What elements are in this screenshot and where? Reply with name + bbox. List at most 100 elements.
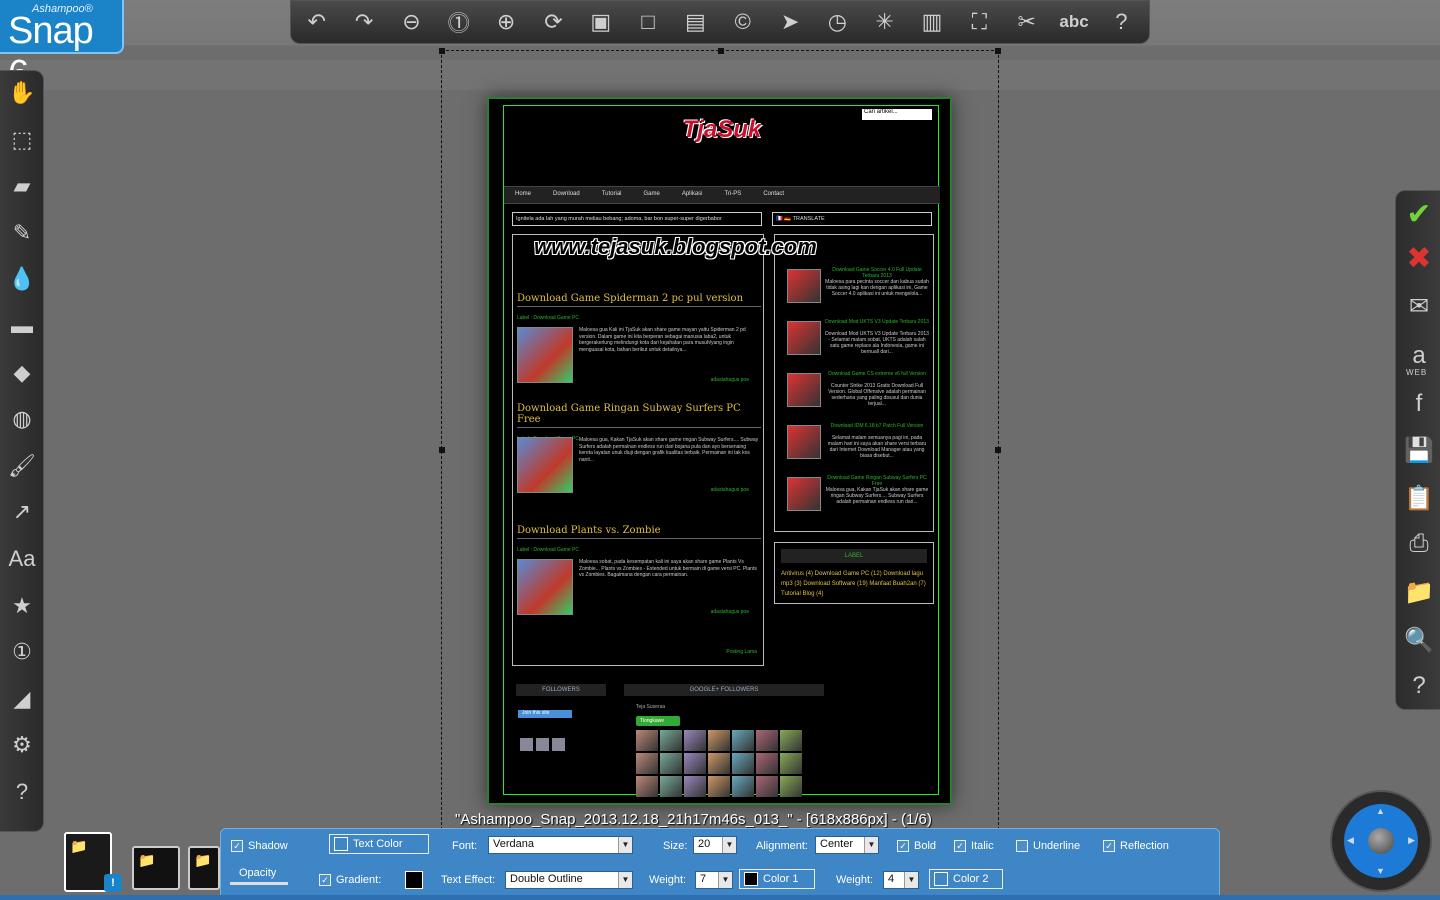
resize-handle-tl[interactable] [439, 48, 445, 54]
email-icon[interactable]: ✉ [1402, 289, 1436, 323]
open-folder-icon[interactable]: 🔍 [1402, 623, 1436, 657]
thumbnail-3[interactable]: 📁 [188, 846, 220, 890]
resize-handle-l[interactable] [439, 447, 445, 453]
captured-image[interactable]: Cari artikel... TjaSuk Home Download Tutor… [487, 97, 952, 805]
blur-drop-icon[interactable]: 💧 [6, 263, 38, 295]
ruler-icon[interactable]: ◢ [6, 683, 38, 715]
thumbnail-current[interactable]: 📁 ! [64, 832, 122, 892]
text-color-button[interactable]: Text Color [329, 834, 429, 854]
nav-right-icon[interactable]: ▶ [1408, 835, 1415, 846]
weight2-value: 4 [888, 873, 895, 885]
follower-avatar [756, 776, 778, 797]
underline-checkbox[interactable] [1016, 840, 1028, 852]
navigator-joystick[interactable]: ▲ ▼ ◀ ▶ [1330, 790, 1432, 892]
numbering-icon[interactable]: ① [6, 636, 38, 668]
magic-icon[interactable]: ✳ [865, 4, 905, 40]
brush-icon[interactable]: 🖌 [6, 450, 38, 482]
shape-icon[interactable]: ◍ [6, 403, 38, 435]
pencil-icon[interactable]: ✎ [6, 217, 38, 249]
confirm-icon[interactable]: ✔ [1402, 197, 1436, 231]
gradient-color-swatch[interactable] [405, 871, 423, 889]
sidebar-post-excerpt: Counter Strike 2013 Gratis Download Full… [828, 383, 926, 407]
resize-handle-tr[interactable] [995, 48, 1001, 54]
size-select[interactable]: 20 ▼ [693, 836, 737, 854]
nav-up-icon[interactable]: ▲ [1376, 806, 1385, 816]
gplus-follow-button: Tiongkawe [636, 716, 680, 726]
sidebar-post: Download IDM 6.18 b7 Patch Full Version S… [779, 423, 929, 469]
clipboard-icon[interactable]: 📋 [1402, 481, 1436, 515]
cursor-icon[interactable]: ➤ [770, 4, 810, 40]
zoom-actual-icon[interactable]: ⓵ [439, 4, 479, 40]
undo-icon[interactable]: ↶ [297, 4, 337, 40]
fill-bucket-icon[interactable]: ◆ [6, 357, 38, 389]
post-excerpt: Maloesa gua, Kakan TjaSuk akan share gam… [579, 437, 759, 463]
font-select[interactable]: Verdana ▼ [488, 836, 633, 854]
folder-icon[interactable]: 📁 [1402, 575, 1436, 609]
zoom-out-icon[interactable]: ⊖ [392, 4, 432, 40]
facebook-icon[interactable]: f [1402, 387, 1436, 421]
help-icon[interactable]: ? [1102, 4, 1142, 40]
watermark-icon[interactable]: © [723, 4, 763, 40]
text-effect-select[interactable]: Double Outline ▼ [505, 871, 633, 889]
resize-handle-r[interactable] [995, 447, 1001, 453]
select-rect-icon[interactable]: ⬚ [6, 124, 38, 156]
resize-handle-t[interactable] [718, 48, 724, 54]
shadow-checkbox[interactable]: ✓ [231, 840, 243, 852]
opacity-slider[interactable] [230, 882, 288, 885]
alignment-select[interactable]: Center ▼ [815, 836, 879, 854]
captured-nav-item: Tri-PS [724, 191, 742, 197]
font-label: Font: [452, 840, 478, 852]
follower-avatars [520, 738, 565, 751]
nav-down-icon[interactable]: ▼ [1376, 866, 1385, 876]
settings-icon[interactable]: ⚙ [6, 729, 38, 761]
text-watermark[interactable]: www.tejasuk.blogspot.com [534, 234, 817, 260]
fade-icon[interactable]: ▤ [676, 4, 716, 40]
sidebar-post-title: Download Game CS extreme v6 full Version [828, 371, 926, 377]
gradient-checkbox[interactable]: ✓ [319, 874, 331, 886]
reflection-checkbox[interactable]: ✓ [1103, 840, 1115, 852]
opacity-label: Opacity [239, 867, 277, 879]
nav-left-icon[interactable]: ◀ [1347, 835, 1354, 846]
color2-button[interactable]: Color 2 [929, 869, 1003, 889]
redo-icon[interactable]: ↷ [344, 4, 384, 40]
image-icon[interactable]: ▣ [581, 4, 621, 40]
zoom-in-icon[interactable]: ⊕ [486, 4, 526, 40]
eraser-icon[interactable]: ▰ [6, 170, 38, 202]
trash-icon[interactable]: ▥ [912, 4, 952, 40]
discard-icon[interactable]: ✖ [1402, 241, 1436, 275]
stamp-icon[interactable]: ★ [6, 590, 38, 622]
thumbnail-2[interactable]: 📁 [132, 846, 180, 890]
spellcheck-icon[interactable]: abc [1054, 4, 1094, 40]
follower-avatar [636, 776, 658, 797]
captured-logo: TjaSuk [682, 116, 762, 143]
weight2-select[interactable]: 4 ▼ [883, 871, 919, 889]
post-excerpt: Maloesa gua Kali ini TjaSuk akan share g… [579, 327, 746, 353]
sidebar-post-excerpt: Selamat malam semuanya pagi ini, pada ma… [827, 435, 927, 459]
follower-avatar [636, 753, 658, 774]
print-icon[interactable]: ⎙ [1402, 527, 1436, 561]
weight-select[interactable]: 7 ▼ [695, 871, 733, 889]
italic-checkbox[interactable]: ✓ [954, 840, 966, 852]
color1-button[interactable]: Color 1 [739, 869, 815, 889]
save-icon[interactable]: 💾 [1402, 433, 1436, 467]
arrow-tool-icon[interactable]: ↗ [6, 496, 38, 528]
color1-label: Color 1 [763, 873, 799, 885]
captured-nav-item: Tutorial [601, 191, 622, 197]
crop-icon[interactable]: □ [628, 4, 668, 40]
text-tool-icon[interactable]: Aa [6, 543, 38, 575]
help-right-icon[interactable]: ? [1402, 669, 1436, 703]
rotate-icon[interactable]: ⟳ [534, 4, 574, 40]
clock-icon[interactable]: ◷ [818, 4, 858, 40]
navigator-knob[interactable] [1368, 828, 1394, 854]
bold-checkbox[interactable]: ✓ [897, 840, 909, 852]
email-glyph: ✉ [1408, 292, 1430, 320]
obscure-icon[interactable]: ▬ [6, 310, 38, 342]
captured-post: Download Plants vs. Zombie Label : Downlo… [517, 525, 761, 615]
hand-icon[interactable]: ✋ [6, 77, 38, 109]
web-upload-icon[interactable]: a WEB [1402, 339, 1436, 377]
help-left-icon[interactable]: ? [6, 776, 38, 808]
cut-icon[interactable]: ✂ [1007, 4, 1047, 40]
fit-icon[interactable]: ⛶ [960, 4, 1000, 40]
navigator-ring[interactable]: ▲ ▼ ◀ ▶ [1344, 804, 1418, 878]
color2-label: Color 2 [953, 873, 989, 885]
